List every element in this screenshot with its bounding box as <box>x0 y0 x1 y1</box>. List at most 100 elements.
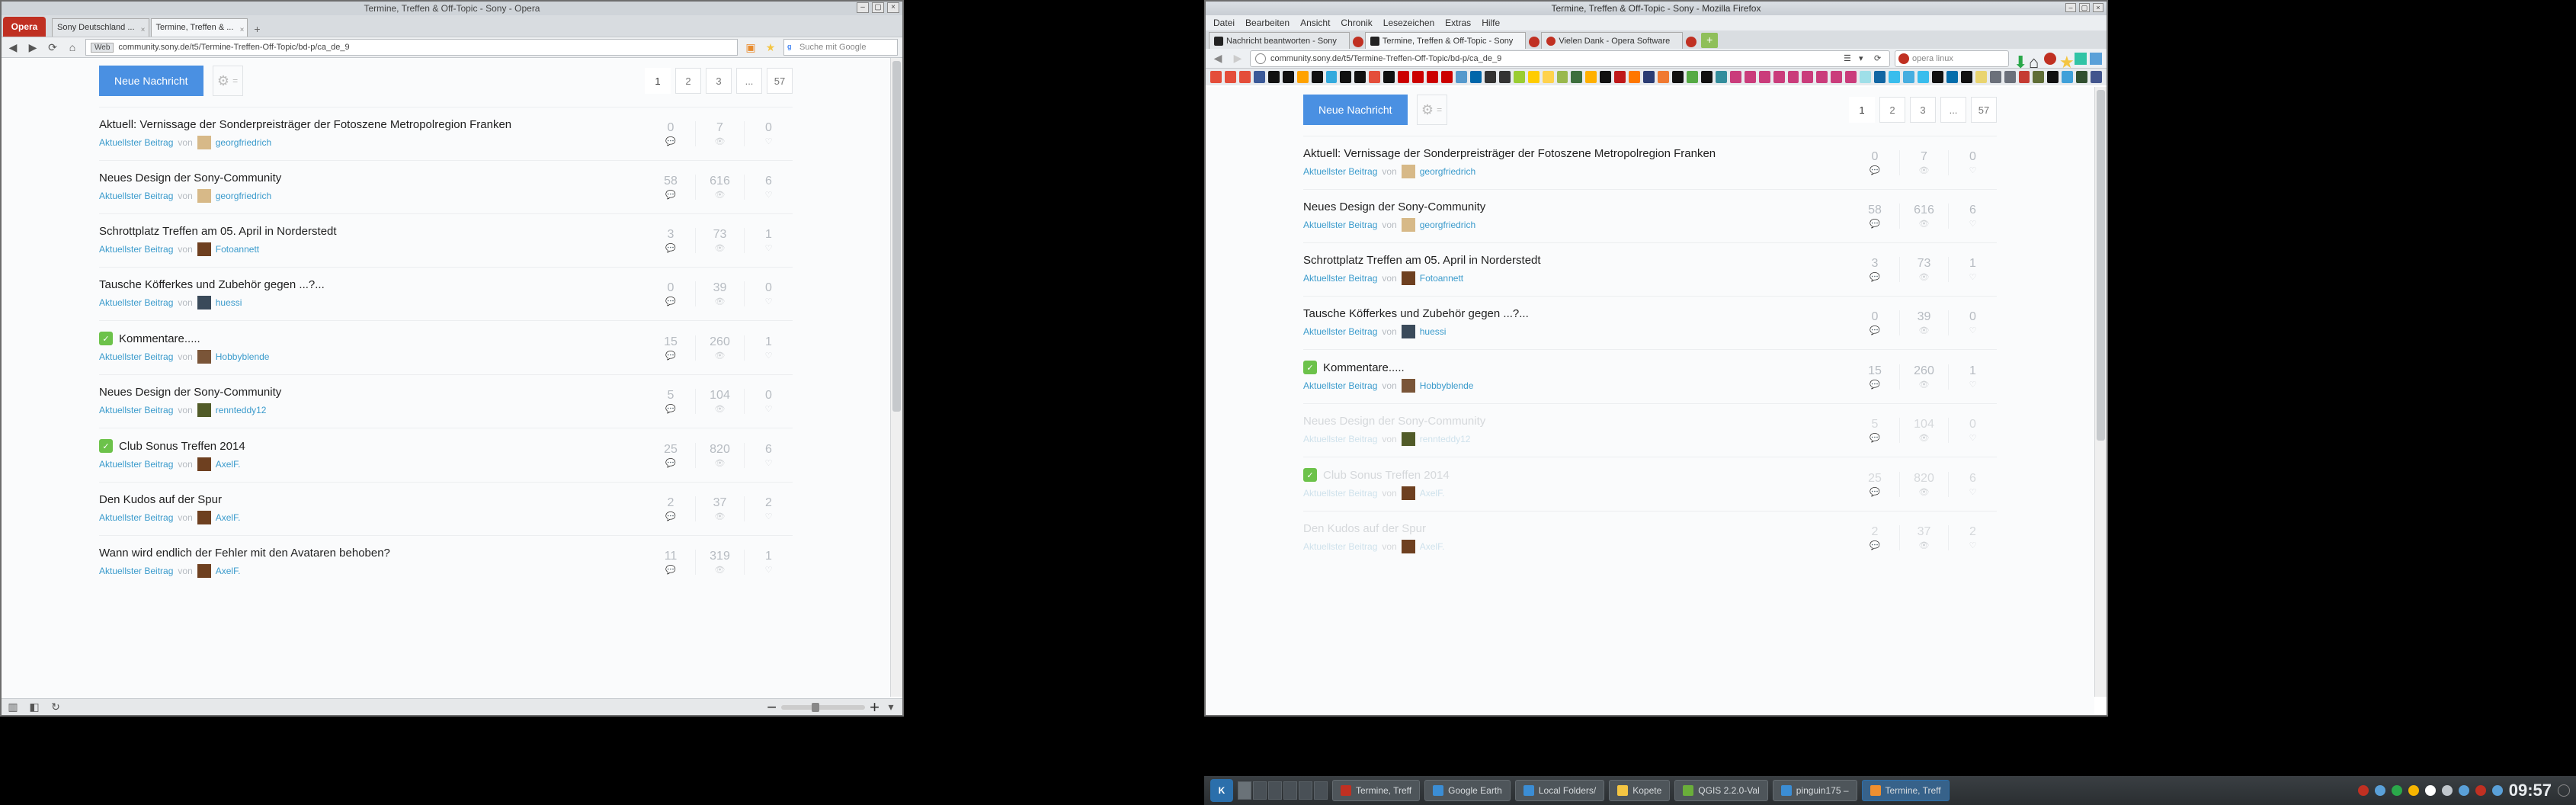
browser-tab[interactable]: Sony Deutschland ...× <box>52 18 149 37</box>
bookmark-item[interactable] <box>1759 71 1770 83</box>
latest-post-link[interactable]: Aktuellster Beitrag <box>1303 434 1377 444</box>
latest-post-link[interactable]: Aktuellster Beitrag <box>99 459 173 470</box>
author-link[interactable]: georgfriedrich <box>216 191 271 201</box>
author-link[interactable]: Fotoannett <box>216 244 259 255</box>
bookmark-item[interactable] <box>1730 71 1741 83</box>
page-link[interactable]: ... <box>736 68 762 94</box>
topic-title[interactable]: Den Kudos auf der Spur <box>99 493 639 506</box>
topic-title[interactable]: Tausche Köfferkes und Zubehör gegen ...?… <box>1303 307 1843 320</box>
bookmark-item[interactable] <box>1932 71 1943 83</box>
scrollbar-thumb[interactable] <box>2097 90 2105 441</box>
addon-icon[interactable] <box>2044 53 2056 65</box>
bookmark-item[interactable] <box>1297 71 1309 83</box>
latest-post-link[interactable]: Aktuellster Beitrag <box>99 244 173 255</box>
virtual-desktop-pager[interactable] <box>1238 781 1328 800</box>
bookmark-item[interactable] <box>2004 71 2016 83</box>
reload-button[interactable]: ⟳ <box>1874 53 1885 64</box>
bookmark-item[interactable] <box>1816 71 1828 83</box>
options-button[interactable]: ⚙= <box>213 66 243 96</box>
bookmark-item[interactable] <box>1456 71 1467 83</box>
latest-post-link[interactable]: Aktuellster Beitrag <box>99 351 173 362</box>
menu-item[interactable]: Ansicht <box>1300 18 1330 28</box>
latest-post-link[interactable]: Aktuellster Beitrag <box>1303 326 1377 337</box>
bookmark-item[interactable] <box>1687 71 1698 83</box>
desktop-6[interactable] <box>1314 781 1328 800</box>
bookmark-item[interactable] <box>1268 71 1280 83</box>
bookmark-item[interactable] <box>2047 71 2059 83</box>
tray-icon[interactable] <box>2442 785 2453 796</box>
tray-icon[interactable] <box>2392 785 2402 796</box>
bookmark-star-icon[interactable]: ★ <box>764 40 777 54</box>
bookmark-item[interactable] <box>1629 71 1640 83</box>
bookmark-item[interactable] <box>1946 71 1958 83</box>
close-icon[interactable]: × <box>240 22 245 37</box>
bookmark-item[interactable] <box>1499 71 1511 83</box>
tray-icon[interactable] <box>2358 785 2369 796</box>
bookmark-item[interactable] <box>1398 71 1409 83</box>
browser-tab[interactable]: Vielen Dank - Opera Software <box>1541 32 1683 49</box>
bookmark-item[interactable] <box>1918 71 1929 83</box>
bookmark-item[interactable] <box>1369 71 1380 83</box>
new-tab-button[interactable]: + <box>249 21 264 37</box>
topic-title[interactable]: Schrottplatz Treffen am 05. April in Nor… <box>99 225 639 238</box>
extensions-icon[interactable]: ◧ <box>27 701 41 714</box>
zoom-in-icon[interactable]: + <box>870 698 879 717</box>
topic-row[interactable]: Den Kudos auf der Spur Aktuellster Beitr… <box>1303 511 1997 564</box>
topic-row[interactable]: Den Kudos auf der Spur Aktuellster Beitr… <box>99 482 793 535</box>
author-link[interactable]: AxelF. <box>1420 541 1445 552</box>
author-link[interactable]: Hobbyblende <box>216 351 270 362</box>
close-icon[interactable]: × <box>141 22 146 37</box>
topic-title[interactable]: Den Kudos auf der Spur <box>1303 522 1843 535</box>
topic-row[interactable]: Tausche Köfferkes und Zubehör gegen ...?… <box>99 267 793 320</box>
search-field[interactable]: opera linux <box>1895 50 2009 67</box>
bookmark-item[interactable] <box>2062 71 2073 83</box>
addon-icon[interactable] <box>2075 53 2087 65</box>
back-button[interactable]: ◀ <box>1210 51 1226 66</box>
bookmark-item[interactable] <box>1254 71 1265 83</box>
topic-title[interactable]: Wann wird endlich der Fehler mit den Ava… <box>99 547 639 560</box>
zoom-slider-handle[interactable] <box>812 703 819 712</box>
panel-icon[interactable]: ▥ <box>6 701 20 714</box>
bookmark-item[interactable] <box>1643 71 1655 83</box>
tray-icon[interactable] <box>2459 785 2469 796</box>
bookmark-item[interactable] <box>1745 71 1756 83</box>
sync-icon[interactable]: ↻ <box>49 701 62 714</box>
topic-row[interactable]: ✓Kommentare..... Aktuellster Beitrag von… <box>1303 349 1997 403</box>
tray-icon[interactable] <box>2425 785 2436 796</box>
home-button[interactable]: ⌂ <box>2029 53 2041 65</box>
taskbar-entry[interactable]: pinguin175 – <box>1773 780 1857 801</box>
topic-row[interactable]: Wann wird endlich der Fehler mit den Ava… <box>99 535 793 589</box>
zoom-dropdown-icon[interactable]: ▾ <box>884 701 898 714</box>
topic-title[interactable]: ✓Club Sonus Treffen 2014 <box>1303 468 1843 482</box>
bookmark-item[interactable] <box>1874 71 1886 83</box>
bookmark-item[interactable] <box>1860 71 1871 83</box>
latest-post-link[interactable]: Aktuellster Beitrag <box>1303 166 1377 177</box>
topic-title[interactable]: Neues Design der Sony-Community <box>99 386 639 399</box>
bookmark-item[interactable] <box>1773 71 1785 83</box>
menu-item[interactable]: Hilfe <box>1482 18 1500 28</box>
menu-item[interactable]: Bearbeiten <box>1245 18 1290 28</box>
page-link[interactable]: 57 <box>767 68 793 94</box>
menu-item[interactable]: Chronik <box>1341 18 1372 28</box>
page-link[interactable]: 57 <box>1971 97 1997 123</box>
close-button[interactable]: × <box>887 2 899 13</box>
feed-icon[interactable]: ▣ <box>744 40 758 54</box>
options-button[interactable]: ⚙= <box>1417 95 1447 125</box>
bookmark-item[interactable] <box>1340 71 1351 83</box>
topic-row[interactable]: ✓Kommentare..... Aktuellster Beitrag von… <box>99 320 793 374</box>
topic-title[interactable]: ✓Kommentare..... <box>1303 361 1843 374</box>
bookmark-item[interactable] <box>1485 71 1496 83</box>
author-link[interactable]: georgfriedrich <box>1420 220 1475 230</box>
kickoff-launcher[interactable]: K <box>1210 779 1233 802</box>
panel-cashew-icon[interactable] <box>2558 784 2570 797</box>
bookmark-item[interactable] <box>1354 71 1366 83</box>
zoom-out-icon[interactable]: − <box>767 698 777 717</box>
home-button[interactable]: ⌂ <box>66 40 79 54</box>
latest-post-link[interactable]: Aktuellster Beitrag <box>1303 380 1377 391</box>
page-link[interactable]: 2 <box>675 68 701 94</box>
menu-item[interactable]: Lesezeichen <box>1383 18 1434 28</box>
reader-icon[interactable]: ☰ <box>1844 53 1854 64</box>
topic-title[interactable]: Neues Design der Sony-Community <box>99 172 639 184</box>
latest-post-link[interactable]: Aktuellster Beitrag <box>99 405 173 415</box>
taskbar-entry[interactable]: Google Earth <box>1424 780 1511 801</box>
